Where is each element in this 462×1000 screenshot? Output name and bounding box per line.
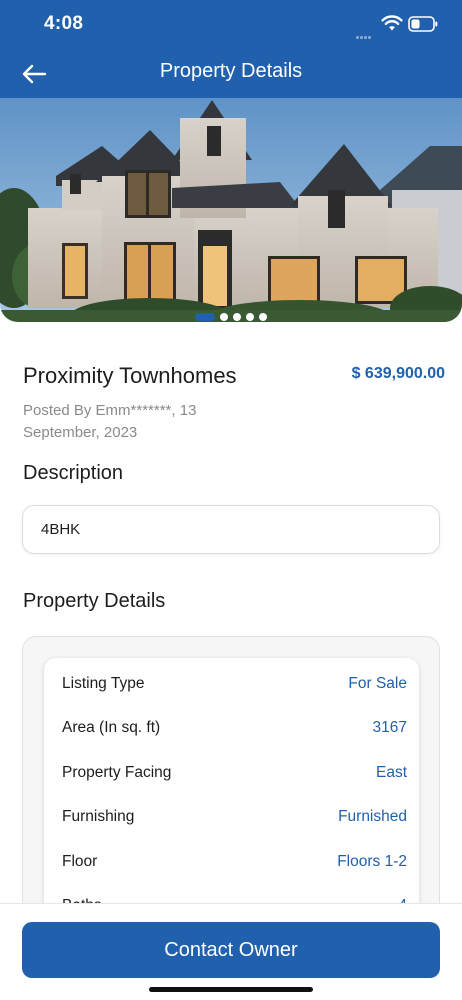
page-title: Property Details [159,60,303,82]
property-photo[interactable] [0,98,462,322]
detail-label: Furnishing [62,808,135,825]
detail-row-area: Area (In sq. ft) 3167 [62,716,407,740]
app-header: 4:08 Property Details [0,0,462,98]
detail-row-facing: Property Facing East [62,761,407,785]
status-time: 4:08 [44,13,84,34]
carousel-dot[interactable] [246,313,254,321]
detail-row-furnishing: Furnishing Furnished [62,805,407,829]
cellular-signal-icon [356,26,374,39]
battery-icon [408,16,438,32]
carousel-dot[interactable] [233,313,241,321]
wifi-icon [381,14,403,32]
detail-value: Furnished [338,808,407,825]
contact-owner-button[interactable]: Contact Owner [22,922,440,978]
bottom-action-bar: Contact Owner [0,903,462,1000]
detail-label: Floor [62,853,98,870]
description-box: 4BHK [22,505,440,554]
detail-label: Property Facing [62,764,172,781]
listing-price: $ 639,900.00 [351,365,445,382]
home-indicator[interactable] [149,987,313,992]
detail-row-listing-type: Listing Type For Sale [62,672,407,696]
posted-by-text: Posted By Emm*******, 13 September, 2023 [23,402,197,441]
description-text: 4BHK [41,521,81,538]
detail-value: For Sale [348,675,407,692]
carousel-dot[interactable] [220,313,228,321]
listing-title: Proximity Townhomes [23,363,237,388]
description-heading: Description [23,462,124,484]
carousel-dots[interactable] [0,311,462,323]
status-bar: 4:08 [0,0,462,48]
property-details-heading: Property Details [23,590,166,612]
detail-value: 3167 [372,719,407,736]
detail-value: Floors 1-2 [337,853,407,870]
property-details-card: Listing Type For Sale Area (In sq. ft) 3… [44,658,419,935]
detail-value: East [375,764,407,781]
property-details-panel: Listing Type For Sale Area (In sq. ft) 3… [22,636,440,936]
carousel-dot[interactable] [259,313,267,321]
detail-label: Area (In sq. ft) [62,719,161,736]
carousel-dot-active[interactable] [195,313,215,321]
detail-row-floor: Floor Floors 1-2 [62,850,407,874]
detail-label: Listing Type [62,675,145,692]
